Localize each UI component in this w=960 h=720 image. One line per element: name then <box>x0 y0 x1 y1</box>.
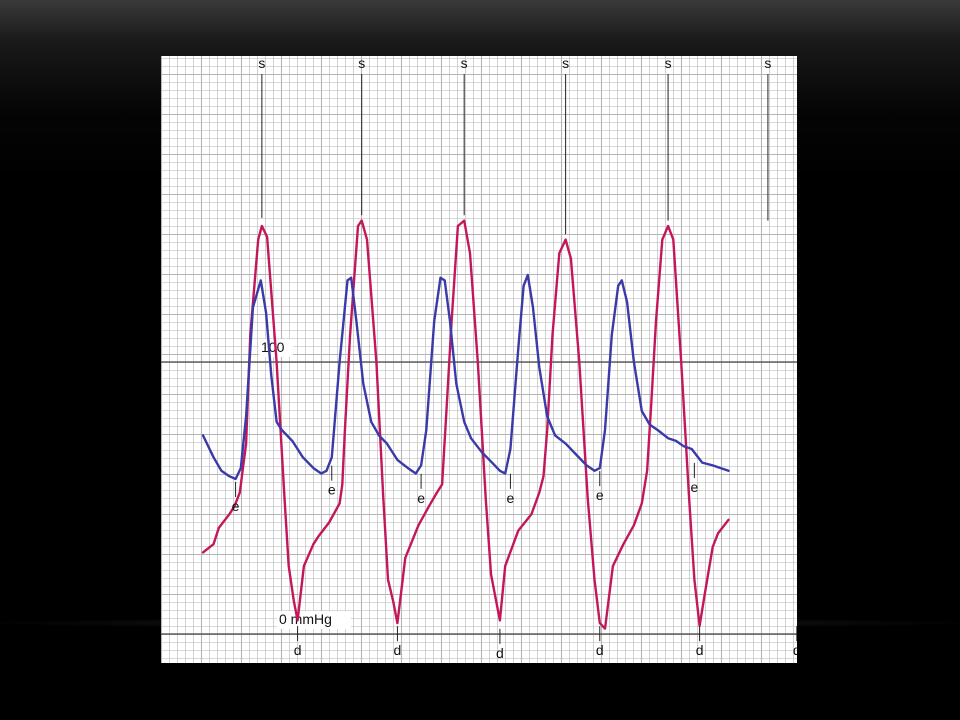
reference-label-100: 100 <box>261 339 285 355</box>
annotation-label-s: s <box>358 56 365 71</box>
annotation-label-s: s <box>461 56 468 71</box>
chart-grid <box>161 56 797 663</box>
annotation-label-d: d <box>294 642 302 658</box>
annotation-label-e: e <box>328 482 336 498</box>
annotation-label-e: e <box>507 490 515 506</box>
annotation-label-e: e <box>596 487 604 503</box>
annotation-label-s: s <box>258 56 265 71</box>
annotation-label-e: e <box>417 490 425 506</box>
annotation-label-d: d <box>596 642 604 658</box>
annotation-label-d: d <box>394 642 402 658</box>
annotation-label-s: s <box>665 56 672 71</box>
annotation-label-s: s <box>764 56 771 71</box>
annotation-label-e: e <box>690 479 698 495</box>
reference-label-0: 0 mmHg <box>279 611 332 627</box>
annotation-label-e: e <box>232 498 240 514</box>
annotation-label-s: s <box>562 56 569 71</box>
pressure-chart: 100 0 mmHg s s s s s s e e e e e e d d d d d d <box>161 56 797 663</box>
annotation-label-d: d <box>696 642 704 658</box>
annotation-label-d: d <box>496 645 504 661</box>
annotation-label-d: d <box>793 642 797 658</box>
